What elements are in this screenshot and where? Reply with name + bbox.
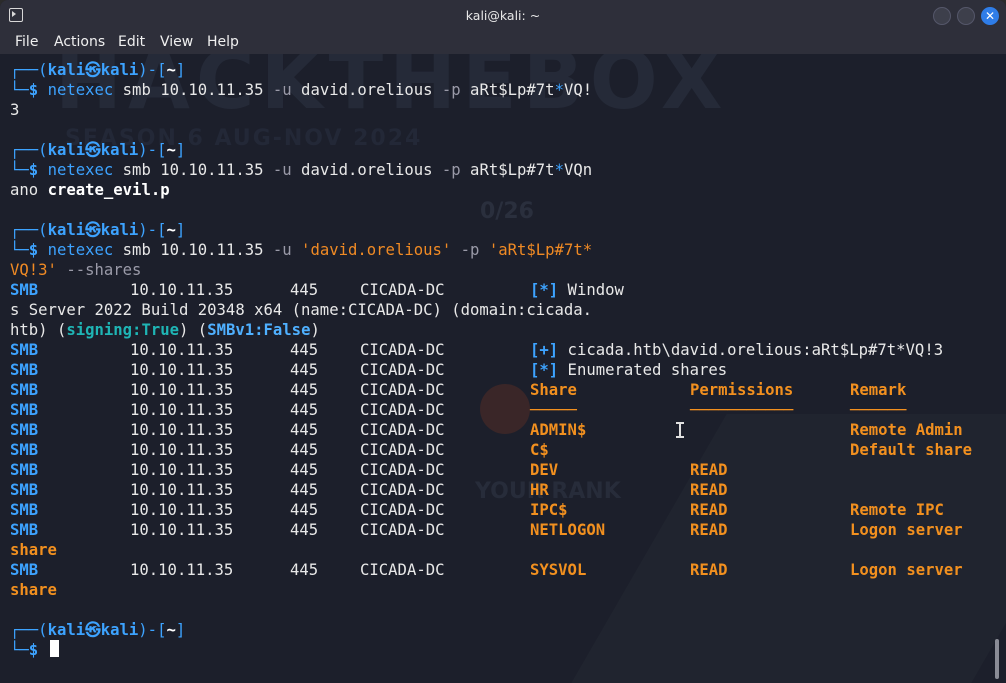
prompt-line-2: ┌──(kali㉿kali)-[~] (10, 141, 186, 159)
menu-actions[interactable]: Actions (54, 34, 105, 50)
close-button[interactable]: ✕ (981, 7, 999, 25)
smb-row: SMB 10.10.11.35 445 CICADA-DC [+] cicada… (10, 341, 944, 359)
command-line-2: └─$ netexec smb 10.10.11.35 -u david.ore… (10, 161, 593, 179)
smb-row: SMB 10.10.11.35 445 CICADA-DC [*] Enumer… (10, 361, 728, 379)
output-line: ano create_evil.p (10, 181, 170, 199)
menu-bar: File Actions Edit View Help (0, 32, 1006, 54)
share-row: SMB 10.10.11.35 445 CICADA-DC SYSVOL READ Log… (10, 561, 963, 579)
prompt-line-1: ┌──(kali㉿kali)-[~] (10, 61, 186, 79)
active-command-line[interactable]: └─$ (10, 640, 85, 660)
menu-view[interactable]: View (160, 34, 193, 50)
maximize-button[interactable] (957, 7, 975, 25)
smb-row: SMB 10.10.11.35 445 CICADA-DC [*] Window (10, 281, 624, 299)
smb-row: SMB 10.10.11.35 445 CICADA-DC ───── ────… (10, 401, 907, 419)
remark-header: Remark (850, 381, 907, 399)
command-line-1: └─$ netexec smb 10.10.11.35 -u david.ore… (10, 81, 593, 99)
command-line-3: └─$ netexec smb 10.10.11.35 -u 'david.or… (10, 241, 593, 259)
scrollbar-thumb[interactable] (995, 639, 999, 679)
share-row: SMB 10.10.11.35 445 CICADA-DC IPC$ READ Remot… (10, 501, 944, 519)
prompt-line-4: ┌──(kali㉿kali)-[~] (10, 621, 186, 639)
title-bar[interactable]: kali@kali: ~ ✕ (0, 0, 1006, 32)
terminal-output: ┌──(kali㉿kali)-[~] └─$ netexec smb 10.10… (10, 60, 973, 660)
share-row: SMB 10.10.11.35 445 CICADA-DC ADMIN$ Remote … (10, 421, 963, 439)
share-wrap-line: share (10, 541, 57, 559)
terminal-window: kali@kali: ~ ✕ File Actions Edit View He… (0, 0, 1006, 683)
share-row: SMB 10.10.11.35 445 CICADA-DC NETLOGON READ L… (10, 521, 963, 539)
share-wrap-line: share (10, 581, 57, 599)
mouse-ibeam-icon (676, 422, 684, 438)
share-header: Share (530, 381, 577, 399)
command-wrap-line: VQ!3' --shares (10, 261, 142, 279)
prompt-line-3: ┌──(kali㉿kali)-[~] (10, 221, 186, 239)
close-icon: ✕ (984, 9, 996, 23)
minimize-button[interactable] (933, 7, 951, 25)
share-row: SMB 10.10.11.35 445 CICADA-DC C$ Default sha… (10, 441, 973, 459)
window-title: kali@kali: ~ (465, 8, 541, 23)
smb-wrap-line: s Server 2022 Build 20348 x64 (name:CICA… (10, 301, 593, 319)
watermark-score: 0/26 (480, 199, 534, 224)
permissions-header: Permissions (690, 381, 794, 399)
menu-edit[interactable]: Edit (118, 34, 145, 50)
text-cursor (50, 640, 59, 657)
terminal-area[interactable]: HACKTHEBOX SEASON 6 AUG-NOV 2024 0/26 YO… (0, 54, 1006, 683)
watermark-badge (480, 384, 530, 434)
share-row: SMB 10.10.11.35 445 CICADA-DC HR READ (10, 481, 728, 499)
menu-help[interactable]: Help (207, 34, 239, 50)
menu-file[interactable]: File (15, 34, 38, 50)
output-line: 3 (10, 101, 20, 119)
share-row: SMB 10.10.11.35 445 CICADA-DC DEV READ (10, 461, 728, 479)
smb-row: SMB 10.10.11.35 445 CICADA-DC Share Perm… (10, 381, 907, 399)
smb-wrap-line: htb) (signing:True) (SMBv1:False) (10, 321, 320, 339)
